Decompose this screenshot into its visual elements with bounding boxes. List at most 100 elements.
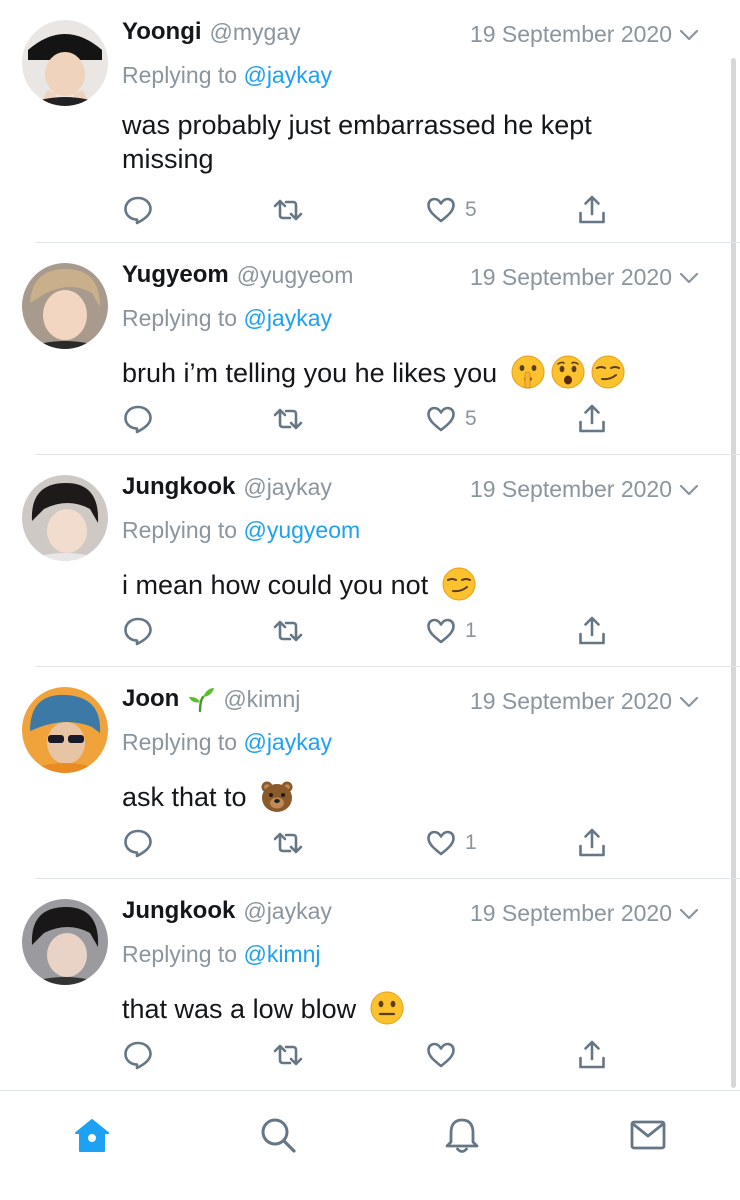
display-name[interactable]: Jungkook (122, 897, 235, 924)
share-icon (576, 403, 608, 435)
reply-icon (122, 194, 154, 226)
reply-icon (122, 615, 154, 647)
tab-search[interactable] (258, 1115, 298, 1155)
like-count: 5 (465, 407, 477, 430)
tweet-text: that was a low blow (122, 991, 662, 1026)
user-handle[interactable]: @jaykay (243, 898, 332, 924)
smirking-face-emoji (591, 355, 625, 389)
tweet-actions: 5 (122, 401, 622, 441)
share-button[interactable] (576, 401, 608, 437)
replying-to-label: Replying to (122, 62, 238, 88)
display-name[interactable]: Joon (122, 685, 179, 712)
reply-icon (122, 403, 154, 435)
reply-button[interactable] (122, 825, 154, 861)
like-button[interactable]: 5 (425, 401, 477, 437)
chevron-down-icon[interactable] (678, 691, 700, 713)
bear-face-emoji (261, 781, 293, 812)
share-icon (576, 1039, 608, 1071)
reply-mention-link[interactable]: @yugyeom (243, 517, 360, 543)
messages-icon (630, 1120, 666, 1150)
heart-icon (425, 194, 457, 226)
retweet-button[interactable] (272, 192, 304, 228)
retweet-icon (272, 403, 304, 435)
reply-button[interactable] (122, 401, 154, 437)
reply-button[interactable] (122, 1037, 154, 1073)
chevron-down-icon[interactable] (678, 267, 700, 289)
share-button[interactable] (576, 192, 608, 228)
like-button[interactable] (425, 1037, 465, 1073)
heart-icon (425, 403, 457, 435)
tab-home[interactable] (72, 1115, 112, 1155)
reply-mention-link[interactable]: @jaykay (243, 305, 332, 331)
tweet-text-content: ask that to (122, 782, 247, 812)
tweet[interactable]: Jungkook @jaykay 19 September 2020 Replyi… (0, 455, 740, 667)
share-button[interactable] (576, 825, 608, 861)
tweet-actions (122, 1037, 622, 1077)
tweet-text: i mean how could you not (122, 567, 662, 602)
user-handle[interactable]: @mygay (210, 19, 301, 45)
retweet-icon (272, 615, 304, 647)
chevron-down-icon[interactable] (678, 903, 700, 925)
user-handle[interactable]: @kimnj (223, 686, 300, 712)
like-button[interactable]: 1 (425, 613, 477, 649)
reply-icon (122, 1039, 154, 1071)
like-count: 5 (465, 198, 477, 221)
avatar[interactable] (22, 263, 108, 349)
tweet-text: was probably just embarrassed he kept mi… (122, 108, 662, 176)
heart-icon (425, 827, 457, 859)
share-button[interactable] (576, 613, 608, 649)
user-handle[interactable]: @jaykay (243, 474, 332, 500)
share-icon (576, 827, 608, 859)
replying-to-label: Replying to (122, 729, 238, 755)
replying-to: Replying to @kimnj (122, 941, 321, 968)
reply-button[interactable] (122, 192, 154, 228)
display-name[interactable]: Jungkook (122, 473, 235, 500)
display-name[interactable]: Yoongi (122, 18, 202, 45)
avatar[interactable] (22, 20, 108, 106)
tweet-text-content: i mean how could you not (122, 570, 429, 600)
display-name[interactable]: Yugyeom (122, 261, 229, 288)
reply-mention-link[interactable]: @jaykay (243, 62, 332, 88)
tweet-date: 19 September 2020 (469, 264, 672, 290)
retweet-icon (272, 827, 304, 859)
tweet[interactable]: Yoongi @mygay 19 September 2020 Replying … (0, 0, 740, 243)
like-button[interactable]: 1 (425, 825, 477, 861)
tweet[interactable]: Jungkook @jaykay 19 September 2020 Replyi… (0, 879, 740, 1090)
reply-button[interactable] (122, 613, 154, 649)
reply-icon (122, 827, 154, 859)
heart-icon (425, 1039, 457, 1071)
replying-to: Replying to @jaykay (122, 62, 332, 89)
like-count: 1 (465, 619, 477, 642)
avatar[interactable] (22, 687, 108, 773)
chevron-down-icon[interactable] (678, 479, 700, 501)
retweet-button[interactable] (272, 401, 304, 437)
tweet-date: 19 September 2020 (469, 688, 672, 714)
tab-notifications[interactable] (442, 1115, 482, 1155)
tweet[interactable]: Yugyeom @yugyeom 19 September 2020 Replyi… (0, 243, 740, 455)
user-handle[interactable]: @yugyeom (237, 262, 354, 288)
reply-mention-link[interactable]: @jaykay (243, 729, 332, 755)
retweet-icon (272, 1039, 304, 1071)
tweet[interactable]: Joon @kimnj 19 September 2020 Replying to… (0, 667, 740, 879)
tab-messages[interactable] (628, 1115, 668, 1155)
like-count: 1 (465, 831, 477, 854)
tweet-date: 19 September 2020 (469, 476, 672, 502)
timeline-feed[interactable]: Yoongi @mygay 19 September 2020 Replying … (0, 0, 740, 1090)
shushing-face-emoji (511, 355, 545, 389)
replying-to: Replying to @jaykay (122, 305, 332, 332)
heart-icon (425, 615, 457, 647)
chevron-down-icon[interactable] (678, 24, 700, 46)
retweet-button[interactable] (272, 613, 304, 649)
retweet-button[interactable] (272, 825, 304, 861)
share-button[interactable] (576, 1037, 608, 1073)
avatar[interactable] (22, 475, 108, 561)
replying-to-label: Replying to (122, 517, 238, 543)
tweet-actions: 1 (122, 825, 622, 865)
retweet-icon (272, 194, 304, 226)
replying-to: Replying to @jaykay (122, 729, 332, 756)
retweet-button[interactable] (272, 1037, 304, 1073)
tweet-date: 19 September 2020 (469, 21, 672, 47)
avatar[interactable] (22, 899, 108, 985)
like-button[interactable]: 5 (425, 192, 477, 228)
reply-mention-link[interactable]: @kimnj (243, 941, 320, 967)
